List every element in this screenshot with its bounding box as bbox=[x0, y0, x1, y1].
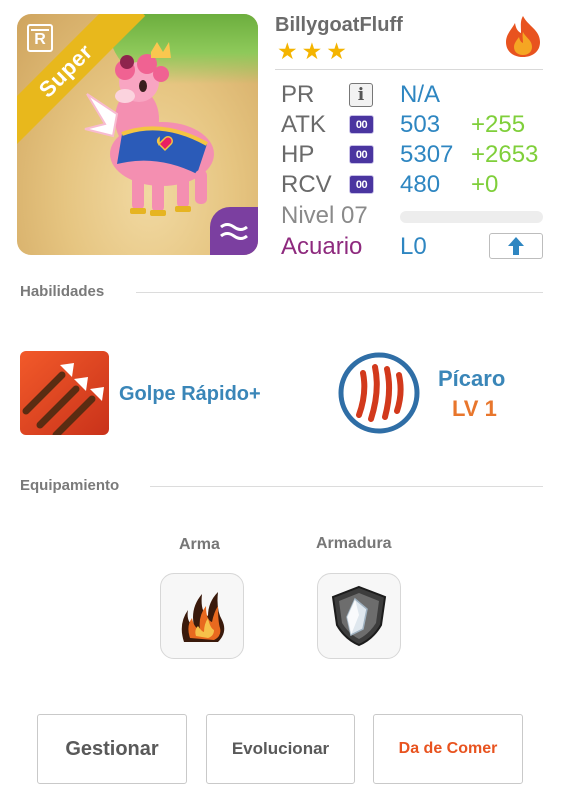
star-icon: ★ bbox=[326, 38, 347, 64]
stat-row-hp: HP 00 5307 +2653 bbox=[281, 140, 543, 170]
pet-creature-image bbox=[84, 42, 214, 216]
stat-bonus-atk: +255 bbox=[471, 111, 526, 138]
pet-portrait[interactable]: Super R bbox=[17, 14, 258, 255]
stat-value-rcv: 480 bbox=[400, 171, 441, 198]
stat-row-element: Acuario L0 bbox=[281, 232, 543, 262]
element-upgrade-button[interactable] bbox=[489, 233, 543, 259]
feed-button[interactable]: Da de Comer bbox=[373, 714, 523, 784]
element-level-value: L0 bbox=[400, 233, 427, 260]
rarity-badge: R bbox=[27, 24, 53, 52]
stat-skill-icon: 00 bbox=[349, 145, 374, 164]
stat-row-rcv: RCV 00 480 +0 bbox=[281, 170, 543, 200]
flame-claw-icon bbox=[181, 592, 225, 642]
claw-marks-icon[interactable] bbox=[337, 351, 421, 435]
stat-row-atk: ATK 00 503 +255 bbox=[281, 110, 543, 140]
stat-skill-icon: 00 bbox=[349, 115, 374, 134]
class-level: LV 1 bbox=[452, 396, 497, 421]
fire-icon bbox=[506, 16, 540, 57]
equipment-divider bbox=[150, 486, 543, 487]
crystal-shield-icon bbox=[331, 585, 387, 647]
weapon-slot[interactable] bbox=[160, 573, 244, 659]
stat-value-atk: 503 bbox=[400, 111, 441, 138]
stat-skill-icon: 00 bbox=[349, 175, 374, 194]
armor-slot[interactable] bbox=[317, 573, 401, 659]
abilities-divider bbox=[136, 292, 543, 293]
star-icon: ★ bbox=[277, 38, 298, 64]
stat-value-hp: 5307 bbox=[400, 141, 454, 168]
stat-value-pr: N/A bbox=[400, 81, 441, 108]
stat-row-pr: PR i N/A bbox=[281, 80, 543, 110]
triple-arrow-icon[interactable] bbox=[20, 351, 109, 435]
armor-label: Armadura bbox=[316, 535, 392, 552]
stat-label-pr: PR bbox=[281, 81, 315, 108]
stat-label-atk: ATK bbox=[281, 111, 326, 138]
manage-button[interactable]: Gestionar bbox=[37, 714, 187, 784]
stat-label-rcv: RCV bbox=[281, 171, 332, 198]
ability-name[interactable]: Golpe Rápido+ bbox=[119, 383, 261, 406]
weapon-label: Arma bbox=[179, 536, 220, 553]
level-progress-bar bbox=[400, 211, 543, 223]
star-icon: ★ bbox=[301, 38, 323, 64]
stat-bonus-hp: +2653 bbox=[471, 141, 539, 168]
stat-label-hp: HP bbox=[281, 141, 315, 168]
level-label: Nivel 07 bbox=[281, 202, 368, 229]
star-rating: ★ ★ ★ bbox=[277, 40, 347, 63]
water-waves-icon bbox=[210, 207, 258, 255]
info-icon[interactable]: i bbox=[349, 83, 373, 107]
stat-row-level: Nivel 07 bbox=[281, 201, 543, 231]
header-divider bbox=[275, 69, 543, 70]
element-label: Acuario bbox=[281, 233, 363, 260]
pet-name: BillygoatFluff bbox=[275, 14, 403, 36]
equipment-section-title: Equipamiento bbox=[20, 477, 120, 494]
abilities-section-title: Habilidades bbox=[20, 283, 105, 300]
arrow-up-icon bbox=[508, 237, 524, 255]
stat-bonus-rcv: +0 bbox=[471, 171, 499, 198]
evolve-button[interactable]: Evolucionar bbox=[206, 714, 355, 784]
class-name: Pícaro bbox=[438, 366, 506, 391]
